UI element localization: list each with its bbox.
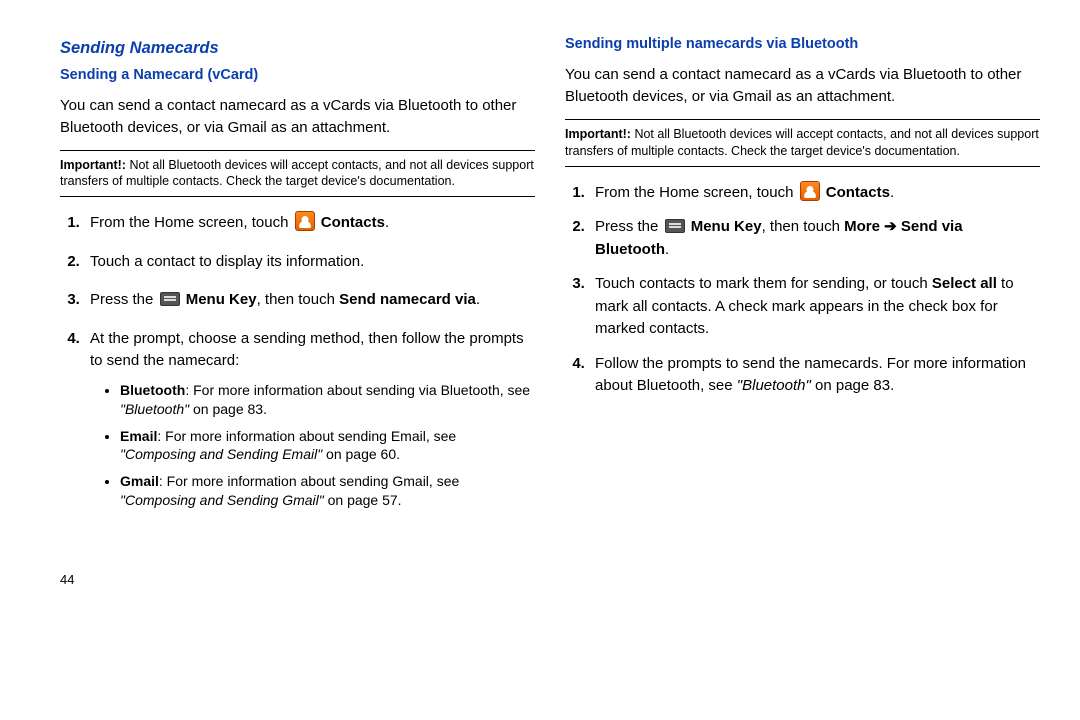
- step-2: Touch a contact to display its informati…: [84, 251, 535, 274]
- cross-reference: "Bluetooth": [737, 377, 811, 394]
- notice-label: Important!:: [565, 127, 631, 141]
- steps-list: From the Home screen, touch Contacts. Pr…: [565, 181, 1040, 398]
- option-text: : For more information about sending via…: [185, 382, 530, 398]
- cross-reference: "Composing and Sending Email": [120, 446, 322, 462]
- important-notice: Important!: Not all Bluetooth devices wi…: [60, 150, 535, 198]
- step-text: Touch contacts to mark them for sending,…: [595, 275, 932, 292]
- step-text: At the prompt, choose a sending method, …: [90, 330, 524, 370]
- arrow-icon: ➔: [880, 218, 901, 235]
- page-number: 44: [60, 570, 535, 590]
- step-text: .: [476, 291, 480, 308]
- step-text: .: [665, 241, 669, 258]
- action-label: More: [844, 218, 880, 235]
- steps-list: From the Home screen, touch Contacts. To…: [60, 211, 535, 510]
- action-label: Send namecard via: [339, 291, 476, 308]
- sub-section-title: Sending multiple namecards via Bluetooth: [565, 34, 1040, 56]
- step-text: From the Home screen, touch: [595, 184, 798, 201]
- step-text: , then touch: [257, 291, 340, 308]
- options-list: Bluetooth: For more information about se…: [90, 381, 535, 510]
- contacts-icon: [800, 181, 820, 201]
- contacts-icon: [295, 211, 315, 231]
- option-label: Email: [120, 428, 157, 444]
- option-label: Gmail: [120, 473, 159, 489]
- contacts-label: Contacts: [321, 214, 385, 231]
- step-2: Press the Menu Key, then touch More ➔ Se…: [589, 216, 1040, 261]
- step-1: From the Home screen, touch Contacts.: [84, 211, 535, 235]
- step-text: Press the: [90, 291, 158, 308]
- option-email: Email: For more information about sendin…: [120, 427, 535, 465]
- step-text: on page 83.: [811, 377, 894, 394]
- notice-text: Not all Bluetooth devices will accept co…: [60, 158, 534, 189]
- action-label: Select all: [932, 275, 997, 292]
- cross-reference: "Bluetooth": [120, 401, 189, 417]
- step-text: .: [890, 184, 894, 201]
- menu-key-label: Menu Key: [691, 218, 762, 235]
- sub-section-title: Sending a Namecard (vCard): [60, 65, 535, 87]
- step-text: From the Home screen, touch: [90, 214, 293, 231]
- option-text: on page 60.: [322, 446, 400, 462]
- step-text: .: [385, 214, 389, 231]
- option-text: : For more information about sending Ema…: [157, 428, 456, 444]
- notice-text: Not all Bluetooth devices will accept co…: [565, 127, 1039, 158]
- menu-key-icon: [665, 219, 685, 233]
- option-text: on page 83.: [189, 401, 267, 417]
- intro-paragraph: You can send a contact namecard as a vCa…: [60, 95, 535, 140]
- page-content: Sending Namecards Sending a Namecard (vC…: [0, 0, 1080, 600]
- left-column: Sending Namecards Sending a Namecard (vC…: [60, 30, 535, 590]
- step-3: Press the Menu Key, then touch Send name…: [84, 289, 535, 312]
- option-text: : For more information about sending Gma…: [159, 473, 459, 489]
- contacts-label: Contacts: [826, 184, 890, 201]
- step-text: , then touch: [762, 218, 845, 235]
- menu-key-icon: [160, 292, 180, 306]
- menu-key-label: Menu Key: [186, 291, 257, 308]
- option-label: Bluetooth: [120, 382, 185, 398]
- step-1: From the Home screen, touch Contacts.: [589, 181, 1040, 205]
- step-text: Touch a contact to display its informati…: [90, 253, 364, 270]
- cross-reference: "Composing and Sending Gmail": [120, 492, 324, 508]
- step-4: At the prompt, choose a sending method, …: [84, 328, 535, 510]
- option-gmail: Gmail: For more information about sendin…: [120, 472, 535, 510]
- step-3: Touch contacts to mark them for sending,…: [589, 273, 1040, 341]
- section-title: Sending Namecards: [60, 36, 535, 61]
- step-4: Follow the prompts to send the namecards…: [589, 353, 1040, 398]
- option-text: on page 57.: [324, 492, 402, 508]
- intro-paragraph: You can send a contact namecard as a vCa…: [565, 64, 1040, 109]
- option-bluetooth: Bluetooth: For more information about se…: [120, 381, 535, 419]
- notice-label: Important!:: [60, 158, 126, 172]
- step-text: Press the: [595, 218, 663, 235]
- important-notice: Important!: Not all Bluetooth devices wi…: [565, 119, 1040, 167]
- right-column: Sending multiple namecards via Bluetooth…: [565, 30, 1040, 590]
